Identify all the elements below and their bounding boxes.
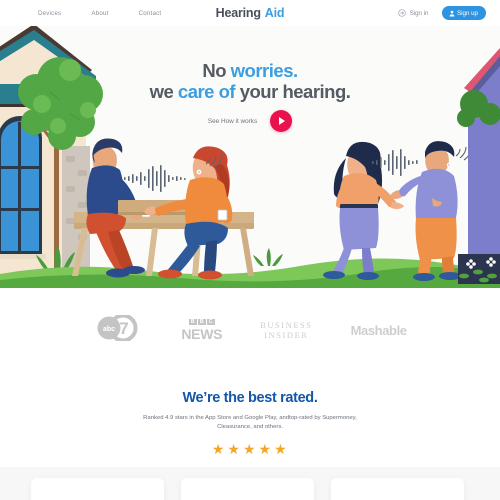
feature-card-1[interactable] <box>31 478 164 500</box>
video-cta-row: See How it works <box>0 110 500 132</box>
best-rated-subtitle: Ranked 4.9 stars in the App Store and Go… <box>134 414 366 432</box>
svg-text:abc: abc <box>103 326 115 333</box>
feature-card-2[interactable] <box>181 478 314 500</box>
sign-up-label: Sign up <box>457 9 478 17</box>
star-icon: ★ <box>211 441 226 457</box>
bbc-box-3: C <box>207 318 215 325</box>
brand-word-aid[interactable]: Aid <box>265 6 285 20</box>
logo-business-insider: BUSINESS INSIDER <box>260 321 312 340</box>
brand-word-hearing[interactable]: Hearing <box>216 6 261 20</box>
sign-up-button[interactable]: Sign up <box>441 6 486 20</box>
best-rated-section: We’re the best rated. Ranked 4.9 stars i… <box>0 372 500 467</box>
star-rating: ★ ★ ★ ★ ★ <box>0 441 500 458</box>
nav-actions: Sign in Sign up <box>398 0 486 26</box>
feature-card-3[interactable] <box>331 478 464 500</box>
bbc-news-label: NEWS <box>181 325 223 342</box>
best-rated-subtitle-line1: Ranked 4.9 stars in the App Store and Go… <box>143 415 321 421</box>
nav-link-contact[interactable]: Contact <box>139 10 162 17</box>
top-navigation-bar: Devices About Contact Hearing Aid Sign i… <box>0 0 500 26</box>
bbc-box-2: B <box>198 318 206 325</box>
login-arrow-icon <box>398 9 406 17</box>
nav-link-about[interactable]: About <box>91 10 108 17</box>
user-icon <box>449 10 454 16</box>
svg-text:7: 7 <box>120 319 129 338</box>
star-icon: ★ <box>258 441 273 457</box>
star-icon: ★ <box>274 441 289 457</box>
play-icon[interactable] <box>270 110 293 132</box>
logo-mashable: Mashable <box>350 322 407 338</box>
business-insider-line1: BUSINESS <box>260 320 313 330</box>
see-how-it-works-label[interactable]: See How it works <box>208 118 257 125</box>
hero-illustration <box>0 26 500 288</box>
sign-in-button[interactable]: Sign in <box>398 9 429 17</box>
bbc-box-1: B <box>189 318 197 325</box>
bbc-letter-boxes: B B C <box>181 318 222 325</box>
nav-link-devices[interactable]: Devices <box>38 10 61 17</box>
sign-in-label: Sign in <box>409 9 429 17</box>
nav-links: Devices About Contact <box>38 10 161 17</box>
star-icon: ★ <box>242 441 258 457</box>
play-triangle <box>279 117 286 125</box>
press-logos-row: abc 7 B B C NEWS BUSINESS INSIDER Mashab… <box>0 288 500 372</box>
star-icon: ★ <box>227 441 242 457</box>
landing-page: No worries. we care of your hearing. See… <box>0 0 500 500</box>
logo-abc7: abc 7 <box>93 313 143 346</box>
logo-bbc-news: B B C NEWS <box>181 318 223 342</box>
hero-section: No worries. we care of your hearing. See… <box>0 26 500 288</box>
feature-cards-row <box>0 467 500 500</box>
business-insider-line2: INSIDER <box>264 330 309 340</box>
best-rated-title: We’re the best rated. <box>182 390 318 406</box>
